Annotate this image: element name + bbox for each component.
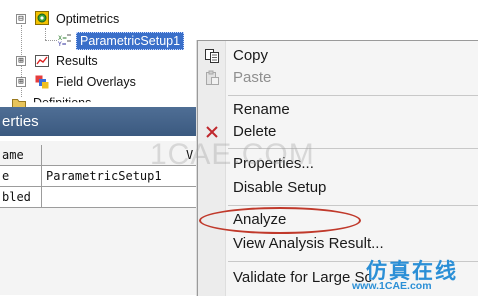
menu-item-copy[interactable]: Copy [198,45,478,67]
tree-guide-line [45,40,57,41]
field-overlays-icon [35,75,49,89]
tree-item-results[interactable]: Results [56,54,98,68]
tree-item-field-overlays[interactable]: Field Overlays [56,75,136,89]
properties-panel-title: erties [2,113,39,130]
copy-icon [205,49,219,63]
results-icon [35,55,49,67]
optimetrics-icon [35,11,49,25]
watermark-url: www.1CAE.com [352,280,432,292]
menu-item-label: Rename [233,101,290,118]
property-name: e [2,169,10,183]
menu-separator [228,205,478,206]
svg-text:Y=: Y= [58,41,67,47]
tree-item-optimetrics[interactable]: Optimetrics [56,12,119,26]
parametric-setup-icon: X= Y= [58,34,71,47]
menu-separator [228,95,478,96]
menu-item-label: Disable Setup [233,179,327,196]
column-header-name: ame [2,148,24,162]
menu-item-view-analysis-result[interactable]: View Analysis Result... [198,233,478,255]
expand-toggle[interactable]: ⊞ [16,56,26,66]
property-name: bled [2,190,31,204]
tree-item-parametric-setup[interactable]: ParametricSetup1 [76,32,185,50]
menu-item-label: Copy [233,47,269,64]
properties-panel-header: erties [0,107,215,136]
collapse-toggle[interactable]: ⊟ [16,14,26,24]
menu-item-label: View Analysis Result... [233,235,384,252]
paste-icon [206,70,219,85]
watermark-text: 1CAE.COM [150,138,315,171]
table-row[interactable]: bled [0,187,215,208]
menu-item-paste[interactable]: Paste [198,67,478,89]
menu-item-disable-setup[interactable]: Disable Setup [198,177,478,199]
menu-item-rename[interactable]: Rename [198,99,478,121]
menu-item-label: Paste [233,69,272,86]
tree-guide-line [45,28,46,40]
annotation-ellipse [199,207,361,234]
property-value[interactable] [46,187,211,207]
expand-toggle[interactable]: ⊞ [16,77,26,87]
